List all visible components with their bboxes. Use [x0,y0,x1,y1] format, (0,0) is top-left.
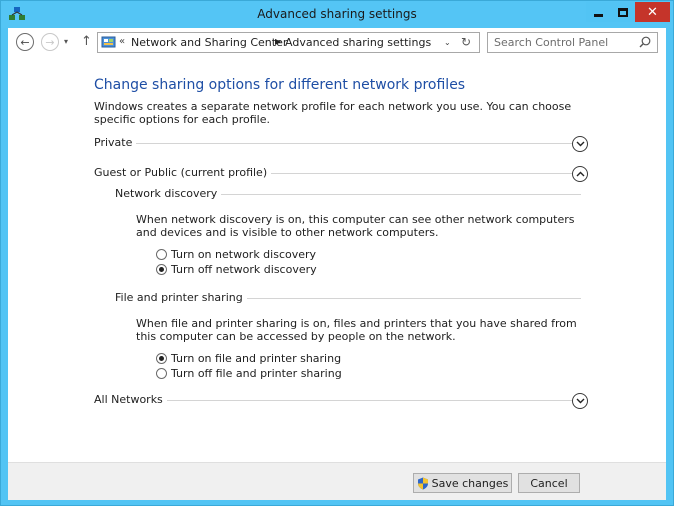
address-dropdown-icon[interactable]: ⌄ [444,38,451,47]
window: Advanced sharing settings ✕ ← → ▾ ↑ « Ne… [0,0,674,506]
radio-label[interactable]: Turn on file and printer sharing [171,352,341,365]
uac-shield-icon [417,477,428,489]
close-button[interactable]: ✕ [635,2,670,22]
radio-turn-on-network-discovery[interactable]: Turn on network discovery [156,247,316,261]
page-title: Change sharing options for different net… [94,77,466,93]
close-icon: ✕ [647,4,658,20]
window-title: Advanced sharing settings [257,7,417,21]
minimize-icon [594,13,603,17]
profile-private-row[interactable]: Private [94,136,599,152]
save-changes-label[interactable]: Save changes [432,477,509,490]
cancel-button[interactable]: Cancel [518,473,580,493]
footer-bar: Save changes Cancel [8,462,666,500]
page-description: Windows creates a separate network profi… [94,100,572,126]
expand-all-networks-button[interactable] [572,393,588,409]
navigation-bar: ← → ▾ ↑ « Network and Sharing Center ▶ A… [8,28,666,58]
profile-public-label[interactable]: Guest or Public (current profile) [94,166,272,179]
network-discovery-description: When network discovery is on, this compu… [136,213,575,239]
expand-private-button[interactable] [572,136,588,152]
radio-button-selected-icon[interactable] [156,352,167,364]
title-bar[interactable]: Advanced sharing settings ✕ [1,1,673,28]
radio-turn-off-file-printer-sharing[interactable]: Turn off file and printer sharing [156,366,342,380]
back-arrow-icon: ← [20,35,30,49]
control-panel-icon [101,36,116,48]
forward-arrow-icon: → [45,35,55,49]
profile-all-networks-row[interactable]: All Networks [94,393,599,409]
profile-private-label[interactable]: Private [94,136,137,149]
breadcrumb-network-sharing-center[interactable]: Network and Sharing Center [131,36,287,49]
network-discovery-heading: Network discovery [115,187,222,200]
collapse-public-button[interactable] [572,166,588,182]
profile-public-row[interactable]: Guest or Public (current profile) [94,166,599,182]
radio-button-selected-icon[interactable] [156,263,167,275]
chevron-down-icon [576,398,585,404]
radio-button-icon[interactable] [156,248,167,260]
maximize-button[interactable] [611,2,635,22]
section-divider [94,143,572,144]
profile-all-networks-label[interactable]: All Networks [94,393,167,406]
settings-content: Change sharing options for different net… [8,58,666,462]
search-icon[interactable] [639,36,651,48]
back-button[interactable]: ← [16,33,34,51]
search-box[interactable]: Search Control Panel [487,32,658,53]
address-overflow-icon[interactable]: « [119,36,125,47]
maximize-icon [618,7,628,17]
radio-label[interactable]: Turn off network discovery [171,263,317,276]
radio-turn-off-network-discovery[interactable]: Turn off network discovery [156,262,317,276]
save-changes-button[interactable]: Save changes [413,473,512,493]
address-bar[interactable]: « Network and Sharing Center ▶ Advanced … [97,32,480,53]
recent-locations-button[interactable]: ▾ [64,37,68,46]
forward-button[interactable]: → [41,33,59,51]
radio-label[interactable]: Turn on network discovery [171,248,316,261]
refresh-icon[interactable]: ↻ [461,35,471,49]
chevron-up-icon [576,171,585,177]
up-button[interactable]: ↑ [81,34,92,49]
minimize-button[interactable] [586,2,611,22]
client-area: ← → ▾ ↑ « Network and Sharing Center ▶ A… [8,28,666,500]
search-placeholder: Search Control Panel [494,36,609,49]
radio-turn-on-file-printer-sharing[interactable]: Turn on file and printer sharing [156,351,341,365]
file-printer-sharing-heading: File and printer sharing [115,291,247,304]
file-printer-sharing-description: When file and printer sharing is on, fil… [136,317,577,343]
cancel-label[interactable]: Cancel [530,477,567,490]
radio-button-icon[interactable] [156,367,167,379]
radio-label[interactable]: Turn off file and printer sharing [171,367,342,380]
breadcrumb-separator-icon[interactable]: ▶ [275,37,281,46]
chevron-down-icon [576,141,585,147]
breadcrumb-advanced-sharing-settings[interactable]: Advanced sharing settings [285,36,431,49]
